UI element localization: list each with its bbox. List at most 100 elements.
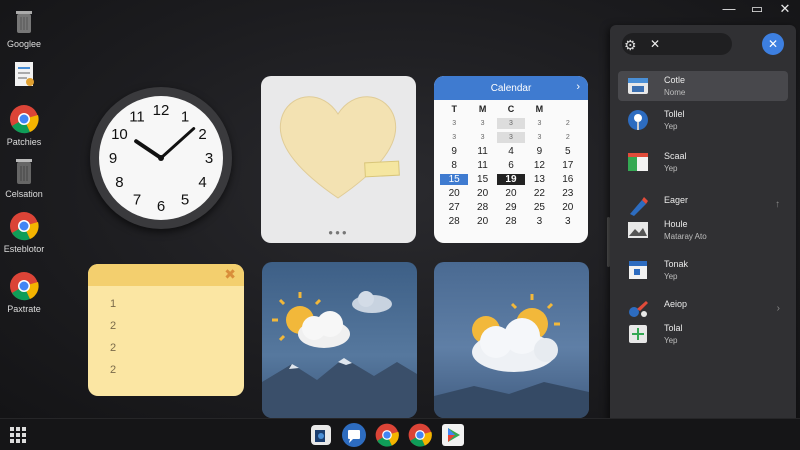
camera-icon[interactable] [308,422,334,448]
panel-list-item[interactable]: Cotle Nome [618,71,788,101]
clock-number: 6 [157,198,165,215]
sticky-note-widget[interactable]: ✖ 1222 [88,264,244,396]
desktop-icon-patchies[interactable]: Patchies [4,103,44,147]
panel-item-subtitle: Mataray Ato [664,232,707,241]
chevron-icon[interactable]: › [777,303,780,314]
calendar-day[interactable]: 15 [468,174,496,185]
clock-number: 1 [181,108,189,125]
clock-number: 5 [181,192,189,209]
clock-number: 4 [198,174,206,191]
chevron-right-icon[interactable]: › [576,81,580,93]
calendar-day[interactable]: 9 [525,146,553,157]
calendar-day[interactable]: 4 [497,146,525,157]
weather-widget[interactable] [434,262,589,418]
calendar-day[interactable]: 20 [554,202,582,213]
note-item[interactable]: 2 [110,320,244,342]
calendar-day[interactable]: 20 [468,188,496,199]
chat-icon[interactable] [341,422,367,448]
calendar-day[interactable]: 6 [497,160,525,171]
minimize-button[interactable]: — [722,2,736,16]
calendar-day[interactable]: 8 [440,160,468,171]
calendar-day[interactable]: 3 [496,132,526,143]
chrome-icon[interactable] [374,422,400,448]
app-launcher-icon[interactable] [10,427,26,443]
panel-list-item[interactable]: Houle Mataray Ato [618,215,788,245]
calendar-title: Calendar [490,82,532,94]
calendar-day[interactable]: 29 [497,202,525,213]
note-item[interactable]: 2 [110,342,244,364]
desktop-icon-googlee[interactable]: Googlee [4,5,44,49]
photo-heart-widget[interactable]: ●●● [261,76,416,243]
note-item[interactable]: 1 [110,298,244,320]
calendar-day[interactable]: 11 [468,146,496,157]
calendar-day[interactable]: 3 [440,132,468,143]
panel-item-title: Tollel [664,109,685,119]
calendar-day[interactable]: 20 [468,216,496,227]
calendar-day[interactable]: 28 [468,202,496,213]
calendar-day[interactable]: 20 [497,188,525,199]
panel-item-title: Scaal [664,151,687,161]
calendar-day[interactable]: 3 [440,118,468,129]
calendar-day[interactable]: 27 [440,202,468,213]
calendar-day[interactable]: 15 [440,174,469,185]
calendar-day[interactable]: 28 [440,216,468,227]
calendar-day[interactable]: 9 [440,146,468,157]
play-store-icon[interactable] [440,422,466,448]
panel-list-item[interactable]: Tolal Yep [618,319,788,349]
search-clear-icon[interactable]: ✕ [650,37,660,51]
calendar-day[interactable]: 5 [554,146,582,157]
calendar-icon [628,153,648,171]
panel-close-button[interactable]: ✕ [762,33,784,55]
calendar-day[interactable]: 28 [497,216,525,227]
calendar-day[interactable]: 3 [525,132,553,143]
chevron-icon[interactable]: ↑ [775,199,780,210]
calendar-weekday: M [535,104,544,114]
gear-icon[interactable]: ⚙ [624,37,637,54]
panel-search-field[interactable] [622,33,732,55]
chrome-icon[interactable] [407,422,433,448]
panel-list-item[interactable]: Tonak Yep [618,255,788,285]
panel-list-item[interactable]: Scaal Yep [618,147,788,177]
desktop-icon-document[interactable] [4,58,44,92]
calendar-day[interactable]: 2 [554,118,582,129]
calendar-small-icon [629,261,647,279]
calendar-day[interactable]: 3 [525,118,553,129]
close-button[interactable]: ✕ [778,2,792,16]
trash-icon [16,159,32,184]
calendar-day[interactable]: 17 [554,160,582,171]
desktop-icon-paxtrate[interactable]: Paxtrate [4,270,44,314]
calendar-day[interactable]: 3 [468,118,496,129]
calendar-day[interactable]: 12 [525,160,553,171]
calendar-day[interactable]: 3 [468,132,496,143]
clock-number: 9 [109,150,117,167]
calendar-day[interactable]: 2 [554,132,582,143]
clock-number: 3 [205,150,213,167]
close-icon[interactable]: ✖ [224,266,236,283]
panel-list-item[interactable]: Tollel Yep [618,105,788,135]
calendar-day[interactable]: 3 [496,118,526,129]
calendar-day[interactable]: 23 [554,188,582,199]
clock-widget[interactable]: 12 1 2 3 4 5 6 7 8 9 10 11 [90,87,232,229]
panel-item-title: Tolal [664,323,683,333]
maximize-button[interactable]: ▭ [750,2,764,16]
panel-item-title: Cotle [664,75,686,85]
calendar-widget[interactable]: Calendar › T M C M 3 3 3 3 2 3 3 3 3 2 9 11 4 9 5 8 11 6 12 17 1… [434,76,588,243]
calendar-day[interactable]: 20 [440,188,468,199]
calendar-day[interactable]: 19 [496,174,526,185]
desktop-icon-celsation[interactable]: Celsation [4,155,44,199]
calendar-day[interactable]: 11 [468,160,496,171]
calendar-day[interactable]: 13 [525,174,553,185]
calendar-day[interactable]: 25 [525,202,553,213]
calendar-day[interactable]: 3 [525,216,553,227]
panel-item-title: Tonak [664,259,689,269]
calendar-day[interactable]: 22 [525,188,553,199]
weather-widget[interactable] [262,262,417,418]
calendar-day[interactable]: 3 [554,216,582,227]
note-item[interactable]: 2 [110,364,244,386]
calendar-weekday: T [451,104,457,114]
clock-number: 2 [198,126,206,143]
desktop-icon-esteblotor[interactable]: Esteblotor [4,210,44,254]
plus-icon [629,325,647,343]
chrome-icon [10,272,39,301]
calendar-day[interactable]: 16 [554,174,582,185]
